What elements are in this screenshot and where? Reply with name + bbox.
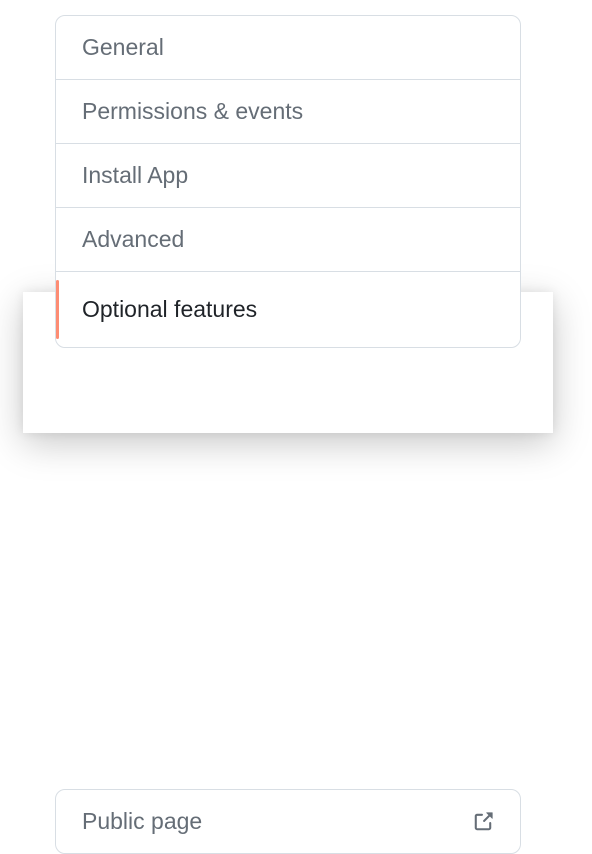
nav-item-label: General bbox=[82, 34, 494, 61]
settings-nav: General Permissions & events Install App… bbox=[55, 15, 521, 348]
nav-item-general[interactable]: General bbox=[56, 16, 520, 80]
nav-item-permissions[interactable]: Permissions & events bbox=[56, 80, 520, 144]
nav-item-optional-features[interactable]: Optional features bbox=[56, 272, 520, 347]
nav-item-label: Permissions & events bbox=[82, 98, 494, 125]
nav-item-install-app[interactable]: Install App bbox=[56, 144, 520, 208]
nav-item-public-page[interactable]: Public page bbox=[56, 790, 520, 853]
nav-item-label: Optional features bbox=[82, 296, 494, 323]
settings-nav-secondary: Public page bbox=[55, 789, 521, 854]
nav-item-label: Advanced bbox=[82, 226, 494, 253]
nav-item-label: Public page bbox=[82, 808, 472, 835]
external-link-icon bbox=[472, 811, 494, 833]
nav-item-advanced[interactable]: Advanced bbox=[56, 208, 520, 272]
nav-item-label: Install App bbox=[82, 162, 494, 189]
